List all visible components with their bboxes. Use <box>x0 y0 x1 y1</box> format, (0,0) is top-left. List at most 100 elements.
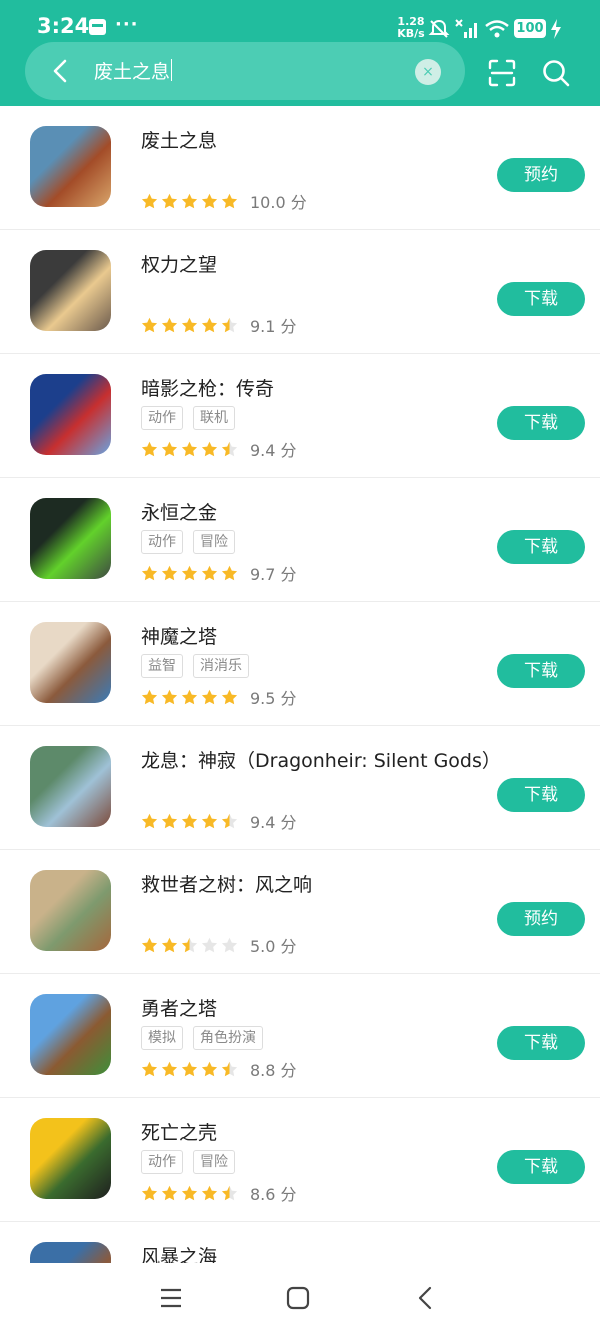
battery-indicator: 100 <box>514 19 546 38</box>
list-item[interactable]: 死亡之壳 动作 冒险 8.6 分 下载 <box>0 1098 600 1222</box>
rating: 5.0 分 <box>141 933 297 957</box>
bell-muted-icon <box>428 19 450 38</box>
system-navbar <box>0 1263 600 1333</box>
star-icon <box>221 1061 238 1078</box>
app-name[interactable]: 暗影之枪：传奇 <box>141 374 274 401</box>
rating: 8.8 分 <box>141 1057 297 1081</box>
download-button[interactable]: 下载 <box>497 1150 585 1184</box>
list-item[interactable]: 权力之望 9.1 分 下载 <box>0 230 600 354</box>
genre-tag: 冒险 <box>193 530 235 554</box>
back-arrow-icon[interactable] <box>47 57 75 85</box>
app-name[interactable]: 龙息：神寂（Dragonheir: Silent Gods） <box>141 746 501 773</box>
app-name[interactable]: 权力之望 <box>141 250 217 277</box>
message-icon <box>89 19 106 35</box>
rating-score: 10.0 分 <box>250 193 307 212</box>
star-icon <box>141 193 158 210</box>
app-icon[interactable] <box>30 746 111 827</box>
rating-score: 9.1 分 <box>250 317 297 336</box>
genre-tag: 动作 <box>141 530 183 554</box>
list-item[interactable]: 风暴之海 <box>0 1222 600 1263</box>
app-icon[interactable] <box>30 994 111 1075</box>
star-icon <box>181 689 198 706</box>
search-results-list[interactable]: 废土之息 10.0 分预约 权力之望 9.1 分下载 暗影之枪：传奇 动作 联机 9.4 分下… <box>0 106 600 1263</box>
list-item[interactable]: 暗影之枪：传奇 动作 联机 9.4 分 下载 <box>0 354 600 478</box>
reserve-button[interactable]: 预约 <box>497 902 585 936</box>
app-icon[interactable] <box>30 622 111 703</box>
clear-search-button[interactable]: × <box>415 59 441 85</box>
wifi-icon <box>485 20 509 38</box>
app-name[interactable]: 勇者之塔 <box>141 994 217 1021</box>
star-icon <box>201 937 218 954</box>
scan-icon[interactable] <box>487 58 517 88</box>
star-icon <box>181 813 198 830</box>
app-name[interactable]: 废土之息 <box>141 126 217 153</box>
star-icon <box>201 689 218 706</box>
star-icon <box>161 1185 178 1202</box>
reserve-button[interactable]: 预约 <box>497 158 585 192</box>
rating-score: 8.6 分 <box>250 1185 297 1204</box>
download-button[interactable]: 下载 <box>497 778 585 812</box>
star-icon <box>181 193 198 210</box>
network-speed-unit: KB/s <box>397 27 425 40</box>
list-item[interactable]: 永恒之金动作 冒险 9.7 分 下载 <box>0 478 600 602</box>
list-item[interactable]: 神魔之塔 益智 消消乐 9.5 分 下载 <box>0 602 600 726</box>
list-item[interactable]: 龙息：神寂（Dragonheir: Silent Gods） 9.4 分 下载 <box>0 726 600 850</box>
star-icon <box>141 689 158 706</box>
app-name[interactable]: 死亡之壳 <box>141 1118 217 1145</box>
download-button[interactable]: 下载 <box>497 1026 585 1060</box>
list-item[interactable]: 救世者之树：风之响 5.0 分 预约 <box>0 850 600 974</box>
rating: 8.6 分 <box>141 1181 297 1205</box>
genre-tag: 联机 <box>193 406 235 430</box>
search-icon[interactable] <box>541 58 571 88</box>
home-icon[interactable] <box>285 1285 311 1311</box>
download-button[interactable]: 下载 <box>497 282 585 316</box>
star-icon <box>221 441 238 458</box>
star-icon <box>181 1061 198 1078</box>
rating: 9.4 分 <box>141 809 297 833</box>
star-icon <box>201 193 218 210</box>
app-icon[interactable] <box>30 1242 111 1263</box>
menu-icon[interactable] <box>158 1285 184 1311</box>
genre-tag: 动作 <box>141 406 183 430</box>
signal-icon <box>455 19 477 38</box>
network-speed: 1.28 KB/s <box>397 16 425 40</box>
genre-tag: 动作 <box>141 1150 183 1174</box>
star-icon <box>221 813 238 830</box>
star-icon <box>141 937 158 954</box>
search-input[interactable]: 废土之息 <box>94 57 173 84</box>
app-icon[interactable] <box>30 126 111 207</box>
star-icon <box>161 689 178 706</box>
back-icon[interactable] <box>413 1285 439 1311</box>
download-button[interactable]: 下载 <box>497 530 585 564</box>
app-icon[interactable] <box>30 870 111 951</box>
star-icon <box>161 813 178 830</box>
search-bar[interactable]: 废土之息 × <box>25 42 465 100</box>
tag-list: 动作 联机 <box>141 406 235 430</box>
app-name[interactable]: 永恒之金 <box>141 498 217 525</box>
tag-list: 益智 消消乐 <box>141 654 249 678</box>
app-name[interactable]: 救世者之树：风之响 <box>141 870 312 897</box>
list-item[interactable]: 勇者之塔 模拟 角色扮演 8.8 分 下载 <box>0 974 600 1098</box>
app-name[interactable]: 神魔之塔 <box>141 622 217 649</box>
app-icon[interactable] <box>30 498 111 579</box>
star-icon <box>221 317 238 334</box>
star-icon <box>221 565 238 582</box>
rating: 9.1 分 <box>141 313 297 337</box>
star-icon <box>161 193 178 210</box>
star-icon <box>161 441 178 458</box>
status-dots: ··· <box>115 14 139 35</box>
app-icon[interactable] <box>30 374 111 455</box>
star-icon <box>181 1185 198 1202</box>
app-icon[interactable] <box>30 250 111 331</box>
app-icon[interactable] <box>30 1118 111 1199</box>
app-name[interactable]: 风暴之海 <box>141 1242 217 1263</box>
status-icons <box>428 16 510 42</box>
star-icon <box>161 937 178 954</box>
download-button[interactable]: 下载 <box>497 654 585 688</box>
charging-icon <box>551 19 561 39</box>
header: 3:24 ··· 1.28 KB/s 100 废土之息 × <box>0 0 600 106</box>
download-button[interactable]: 下载 <box>497 406 585 440</box>
list-item[interactable]: 废土之息 10.0 分 预约 <box>0 106 600 230</box>
tag-list: 动作 冒险 <box>141 530 235 554</box>
rating: 9.7 分 <box>141 561 297 585</box>
